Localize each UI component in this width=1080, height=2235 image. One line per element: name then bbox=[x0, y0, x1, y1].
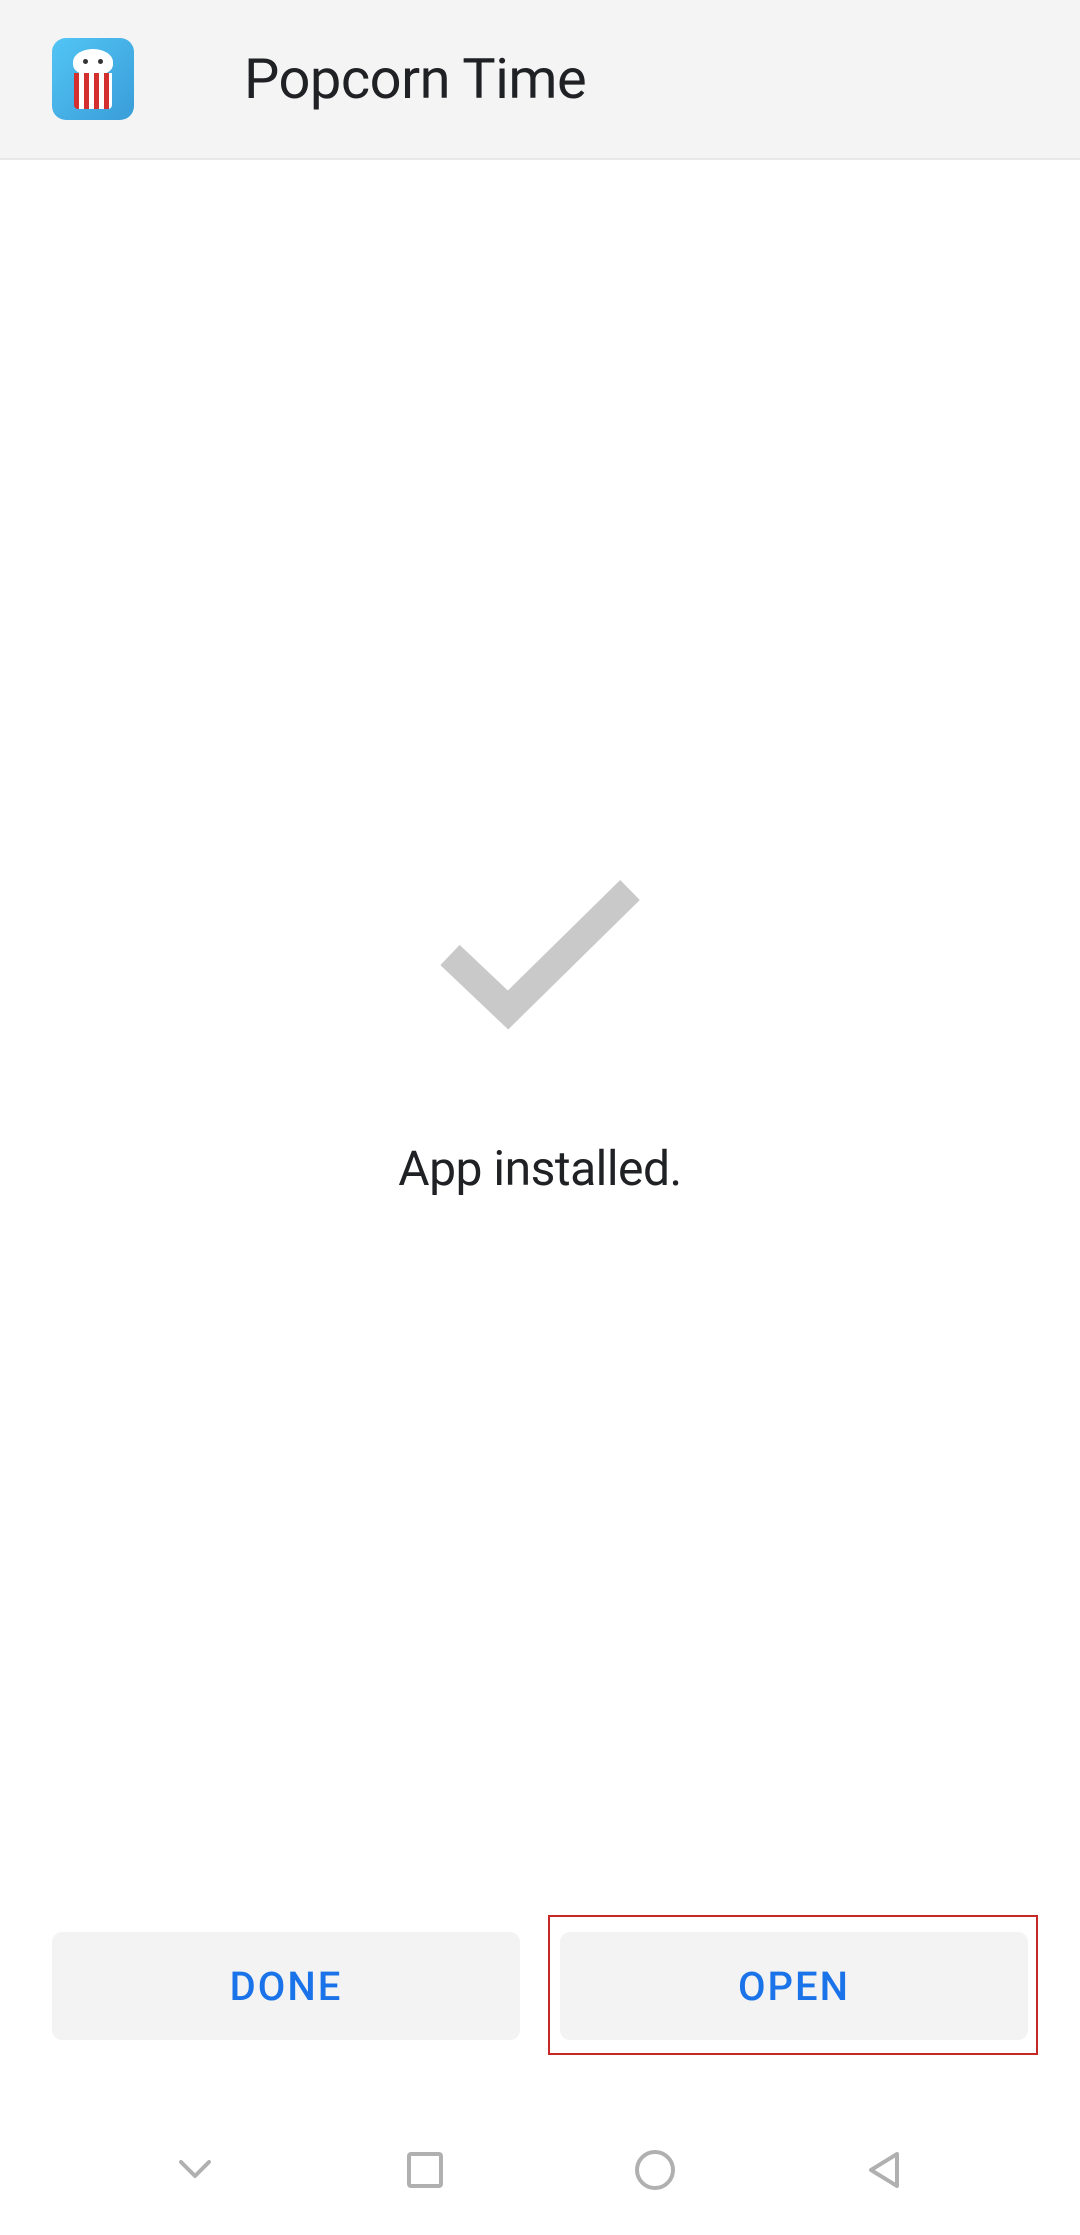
popcorn-time-app-icon bbox=[52, 38, 134, 120]
system-navigation-bar bbox=[0, 2105, 1080, 2235]
circle-icon[interactable] bbox=[630, 2145, 680, 2195]
chevron-down-icon[interactable] bbox=[170, 2145, 220, 2195]
checkmark-container bbox=[430, 860, 650, 1040]
app-title: Popcorn Time bbox=[244, 46, 586, 112]
action-button-row: DONE OPEN bbox=[0, 1932, 1080, 2040]
installer-content: App installed. bbox=[0, 160, 1080, 1197]
done-button[interactable]: DONE bbox=[52, 1932, 520, 2040]
square-icon[interactable] bbox=[400, 2145, 450, 2195]
checkmark-icon bbox=[430, 860, 650, 1040]
installer-header: Popcorn Time bbox=[0, 0, 1080, 160]
status-text: App installed. bbox=[398, 1140, 681, 1197]
open-button[interactable]: OPEN bbox=[560, 1932, 1028, 2040]
triangle-back-icon[interactable] bbox=[860, 2145, 910, 2195]
